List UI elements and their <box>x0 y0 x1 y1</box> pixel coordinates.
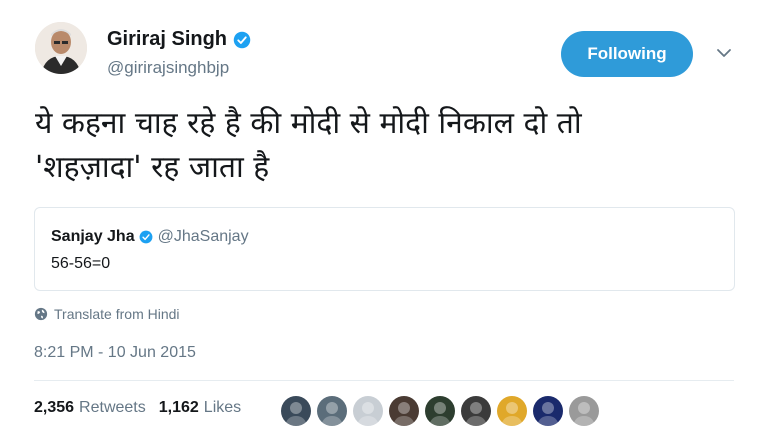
liker-avatar-8[interactable] <box>533 396 563 426</box>
likers-avatars <box>281 396 605 426</box>
tweet-header: Giriraj Singh @girirajsinghbjp Following <box>35 22 745 86</box>
divider <box>34 380 734 381</box>
author-avatar[interactable] <box>35 22 87 74</box>
author-handle[interactable]: @girirajsinghbjp <box>107 58 229 78</box>
verified-badge-icon <box>139 230 153 244</box>
quoted-author-handle: @JhaSanjay <box>157 228 249 245</box>
quoted-tweet-text: 56-56=0 <box>51 255 111 272</box>
author-name-line: Giriraj Singh <box>107 28 251 51</box>
author-name[interactable]: Giriraj Singh <box>107 28 227 51</box>
likes-count[interactable]: 1,162 <box>159 399 199 417</box>
following-button[interactable]: Following <box>561 31 693 77</box>
liker-avatar-6[interactable] <box>461 396 491 426</box>
tweet-timestamp[interactable]: 8:21 PM - 10 Jun 2015 <box>34 344 196 362</box>
liker-avatar-2[interactable] <box>317 396 347 426</box>
liker-avatar-5[interactable] <box>425 396 455 426</box>
liker-avatar-3[interactable] <box>353 396 383 426</box>
quoted-author-line: Sanjay Jha @JhaSanjay <box>51 228 249 246</box>
globe-icon <box>34 307 48 321</box>
translate-label[interactable]: Translate from Hindi <box>54 306 180 322</box>
liker-avatar-7[interactable] <box>497 396 527 426</box>
tweet-text: ये कहना चाह रहे है की मोदी से मोदी निकाल… <box>35 106 582 185</box>
chevron-down-icon[interactable] <box>715 44 733 62</box>
retweets-label[interactable]: Retweets <box>79 399 146 417</box>
liker-avatar-4[interactable] <box>389 396 419 426</box>
liker-avatar-9[interactable] <box>569 396 599 426</box>
quoted-author-name: Sanjay Jha <box>51 228 135 245</box>
retweets-count[interactable]: 2,356 <box>34 399 74 417</box>
translate-link[interactable]: Translate from Hindi <box>34 306 180 322</box>
likes-label[interactable]: Likes <box>204 399 241 417</box>
liker-avatar-1[interactable] <box>281 396 311 426</box>
quoted-tweet-card[interactable]: Sanjay Jha @JhaSanjay 56-56=0 <box>34 207 735 291</box>
verified-badge-icon <box>233 31 251 48</box>
tweet-stats: 2,356 Retweets 1,162 Likes <box>34 399 254 417</box>
